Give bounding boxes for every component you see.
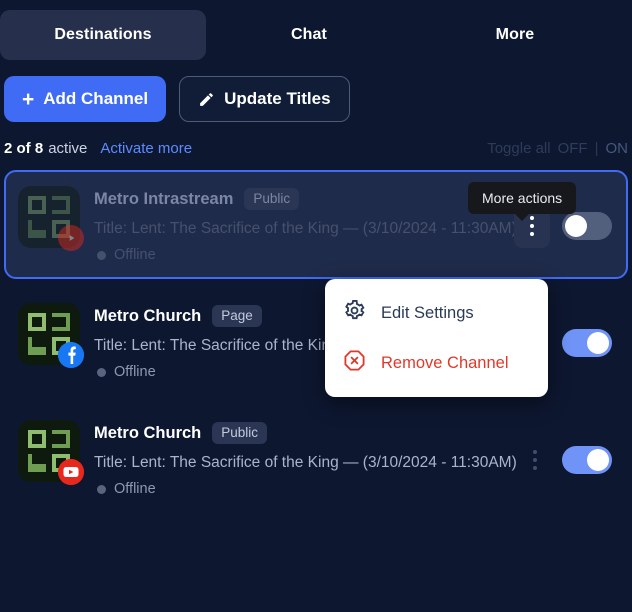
facebook-badge-icon: [58, 342, 84, 368]
active-count: 2 of 8: [4, 140, 44, 157]
channel-info: Metro Church Public Title: Lent: The Sac…: [94, 420, 517, 497]
menu-item-remove-channel[interactable]: Remove Channel: [325, 338, 548, 388]
channel-context-menu: Edit Settings Remove Channel: [325, 279, 548, 397]
channel-controls: [520, 420, 612, 497]
toggle-knob: [587, 448, 609, 471]
channel-toggle[interactable]: [562, 211, 612, 240]
channel-name: Metro Church: [94, 423, 202, 442]
status-dot-icon: [97, 367, 106, 377]
avatar: [18, 303, 84, 368]
youtube-badge-icon: [58, 459, 84, 485]
remove-octagon-icon: [343, 349, 366, 377]
tab-chat-label: Chat: [291, 26, 327, 43]
more-actions-tooltip: More actions: [468, 182, 577, 214]
toggle-all-separator: |: [594, 140, 599, 157]
channel-name: Metro Church: [94, 306, 202, 325]
status-dot-icon: [97, 484, 106, 494]
kebab-dot-icon: [530, 223, 534, 228]
menu-item-remove-channel-label: Remove Channel: [381, 353, 509, 372]
channel-visibility-badge: Public: [212, 422, 268, 444]
plus-icon: +: [22, 87, 35, 111]
tab-more[interactable]: More: [412, 10, 618, 60]
tab-chat[interactable]: Chat: [206, 10, 412, 60]
tab-bar: Destinations Chat More: [0, 0, 632, 60]
avatar: [18, 186, 84, 251]
channel-name-row: Metro Church Public: [94, 422, 506, 444]
channel-card[interactable]: Metro Church Public Title: Lent: The Sac…: [4, 404, 628, 513]
channel-visibility-badge: Public: [244, 188, 300, 210]
active-word: active: [48, 140, 88, 157]
channel-name-row: Metro Intrastream Public: [94, 188, 500, 210]
channel-title: Title: Lent: The Sacrifice of the King —…: [94, 454, 517, 471]
gear-icon: [343, 299, 366, 327]
toggle-all-label: Toggle all: [487, 140, 551, 157]
channel-name: Metro Intrastream: [94, 189, 234, 208]
channel-status: Offline: [94, 481, 506, 497]
toggle-all-off-button[interactable]: OFF: [558, 140, 588, 157]
channel-visibility-badge: Page: [212, 305, 262, 327]
pencil-icon: [198, 91, 215, 108]
update-titles-label: Update Titles: [224, 89, 331, 108]
destinations-panel: Destinations Chat More + Add Channel Upd…: [0, 0, 632, 612]
more-actions-button[interactable]: [520, 441, 550, 479]
channel-toggle[interactable]: [562, 445, 612, 474]
kebab-dot-icon: [530, 231, 534, 236]
kebab-dot-icon: [533, 449, 537, 454]
add-channel-label: Add Channel: [43, 89, 149, 108]
toggle-knob: [587, 331, 609, 354]
toggle-all-on-button[interactable]: ON: [606, 140, 629, 157]
channel-status-text: Offline: [114, 364, 156, 380]
update-titles-button[interactable]: Update Titles: [179, 76, 350, 122]
channel-status: Offline: [94, 247, 500, 263]
channel-status-text: Offline: [114, 481, 156, 497]
menu-item-edit-settings-label: Edit Settings: [381, 303, 474, 322]
menu-item-edit-settings[interactable]: Edit Settings: [325, 288, 548, 338]
channel-toggle[interactable]: [562, 328, 612, 357]
avatar: [18, 420, 84, 485]
kebab-dot-icon: [533, 465, 537, 470]
youtube-badge-icon: [58, 225, 84, 251]
channel-title: Title: Lent: The Sacrifice of the King —…: [94, 220, 517, 237]
kebab-dot-icon: [533, 457, 537, 462]
add-channel-button[interactable]: + Add Channel: [4, 76, 167, 122]
toggle-all-group: Toggle all OFF | ON: [487, 140, 628, 157]
toggle-knob: [565, 214, 587, 237]
activate-more-link[interactable]: Activate more: [100, 140, 192, 157]
channel-info: Metro Intrastream Public Title: Lent: Th…: [94, 186, 517, 263]
tab-destinations[interactable]: Destinations: [0, 10, 206, 60]
more-actions-tooltip-text: More actions: [482, 190, 563, 206]
tab-destinations-label: Destinations: [54, 26, 152, 43]
tab-more-label: More: [495, 26, 535, 43]
kebab-dot-icon: [530, 215, 534, 220]
status-dot-icon: [97, 250, 106, 260]
action-button-row: + Add Channel Update Titles: [0, 60, 632, 122]
status-row: 2 of 8 active Activate more Toggle all O…: [0, 122, 632, 166]
channel-status-text: Offline: [114, 247, 156, 263]
